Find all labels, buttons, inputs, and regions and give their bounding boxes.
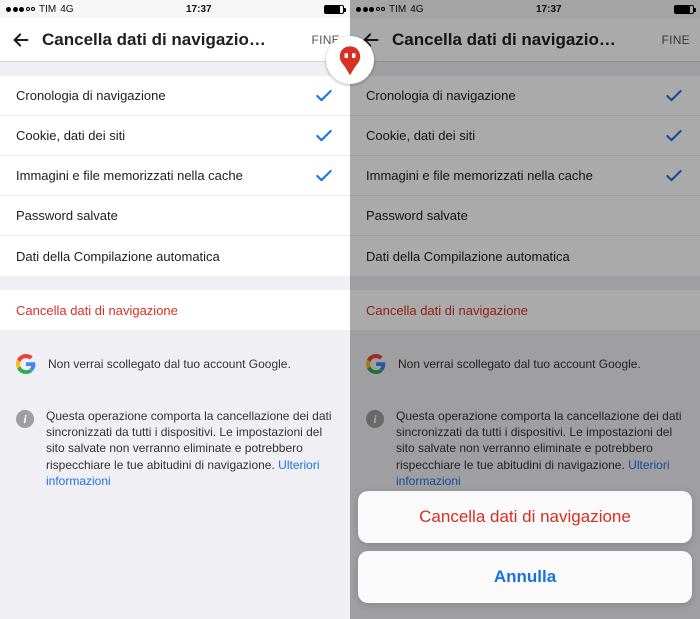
sync-warning-text: Questa operazione comporta la cancellazi… <box>396 408 684 489</box>
check-icon <box>664 86 684 106</box>
list-item[interactable]: Cookie, dati dei siti <box>0 116 350 156</box>
clear-data-button[interactable]: Cancella dati di navigazione <box>350 290 700 330</box>
list-item-label: Cookie, dati dei siti <box>16 128 125 143</box>
signal-dots-icon <box>356 7 385 12</box>
action-sheet: Cancella dati di navigazione Annulla <box>358 491 692 611</box>
options-list: Cronologia di navigazione Cookie, dati d… <box>350 76 700 276</box>
list-item-label: Immagini e file memorizzati nella cache <box>366 168 593 183</box>
check-icon <box>664 126 684 146</box>
page-title: Cancella dati di navigazio… <box>42 30 301 50</box>
list-item[interactable]: Password salvate <box>350 196 700 236</box>
list-item-label: Password salvate <box>366 208 468 223</box>
watermark-avatar-icon <box>326 36 374 84</box>
signal-dots-icon <box>6 7 35 12</box>
sheet-cancel-button[interactable]: Annulla <box>358 551 692 603</box>
sync-warning-block: i Questa operazione comporta la cancella… <box>350 402 700 495</box>
network-label: 4G <box>410 4 423 15</box>
google-logout-notice: Non verrai scollegato dal tuo account Go… <box>0 344 350 384</box>
list-item[interactable]: Dati della Compilazione automatica <box>0 236 350 276</box>
clear-section: Cancella dati di navigazione <box>0 290 350 330</box>
google-notice-text: Non verrai scollegato dal tuo account Go… <box>398 356 641 372</box>
network-label: 4G <box>60 4 73 15</box>
done-button[interactable]: FINE <box>661 33 690 47</box>
status-bar: TIM 4G 17:37 <box>350 0 700 18</box>
list-item[interactable]: Cronologia di navigazione <box>350 76 700 116</box>
clear-data-button[interactable]: Cancella dati di navigazione <box>0 290 350 330</box>
carrier-label: TIM <box>389 4 406 15</box>
list-item[interactable]: Dati della Compilazione automatica <box>350 236 700 276</box>
list-item[interactable]: Cookie, dati dei siti <box>350 116 700 156</box>
screen-right: TIM 4G 17:37 Cancella dati di navigazio…… <box>350 0 700 619</box>
carrier-label: TIM <box>39 4 56 15</box>
nav-header: Cancella dati di navigazio… FINE <box>350 18 700 62</box>
list-item-label: Password salvate <box>16 208 118 223</box>
page-title: Cancella dati di navigazio… <box>392 30 651 50</box>
nav-header: Cancella dati di navigazio… FINE <box>0 18 350 62</box>
google-logout-notice: Non verrai scollegato dal tuo account Go… <box>350 344 700 384</box>
sync-warning-block: i Questa operazione comporta la cancella… <box>0 402 350 495</box>
list-item-label: Dati della Compilazione automatica <box>16 249 220 264</box>
screen-left: TIM 4G 17:37 Cancella dati di navigazio…… <box>0 0 350 619</box>
battery-icon <box>674 5 694 14</box>
clear-section: Cancella dati di navigazione <box>350 290 700 330</box>
list-item-label: Cronologia di navigazione <box>16 88 166 103</box>
battery-icon <box>324 5 344 14</box>
google-logo-icon <box>366 354 386 374</box>
options-list: Cronologia di navigazione Cookie, dati d… <box>0 76 350 276</box>
sync-warning-text: Questa operazione comporta la cancellazi… <box>46 408 334 489</box>
list-item[interactable]: Cronologia di navigazione <box>0 76 350 116</box>
google-notice-text: Non verrai scollegato dal tuo account Go… <box>48 356 291 372</box>
google-logo-icon <box>16 354 36 374</box>
list-item-label: Dati della Compilazione automatica <box>366 249 570 264</box>
sheet-confirm-button[interactable]: Cancella dati di navigazione <box>358 491 692 543</box>
check-icon <box>314 166 334 186</box>
check-icon <box>664 166 684 186</box>
clock-label: 17:37 <box>186 4 212 15</box>
check-icon <box>314 126 334 146</box>
list-item[interactable]: Password salvate <box>0 196 350 236</box>
status-bar: TIM 4G 17:37 <box>0 0 350 18</box>
clock-label: 17:37 <box>536 4 562 15</box>
list-item[interactable]: Immagini e file memorizzati nella cache <box>350 156 700 196</box>
list-item-label: Immagini e file memorizzati nella cache <box>16 168 243 183</box>
back-arrow-icon[interactable] <box>10 29 32 51</box>
list-item[interactable]: Immagini e file memorizzati nella cache <box>0 156 350 196</box>
info-icon: i <box>16 410 34 428</box>
info-icon: i <box>366 410 384 428</box>
list-item-label: Cookie, dati dei siti <box>366 128 475 143</box>
check-icon <box>314 86 334 106</box>
list-item-label: Cronologia di navigazione <box>366 88 516 103</box>
